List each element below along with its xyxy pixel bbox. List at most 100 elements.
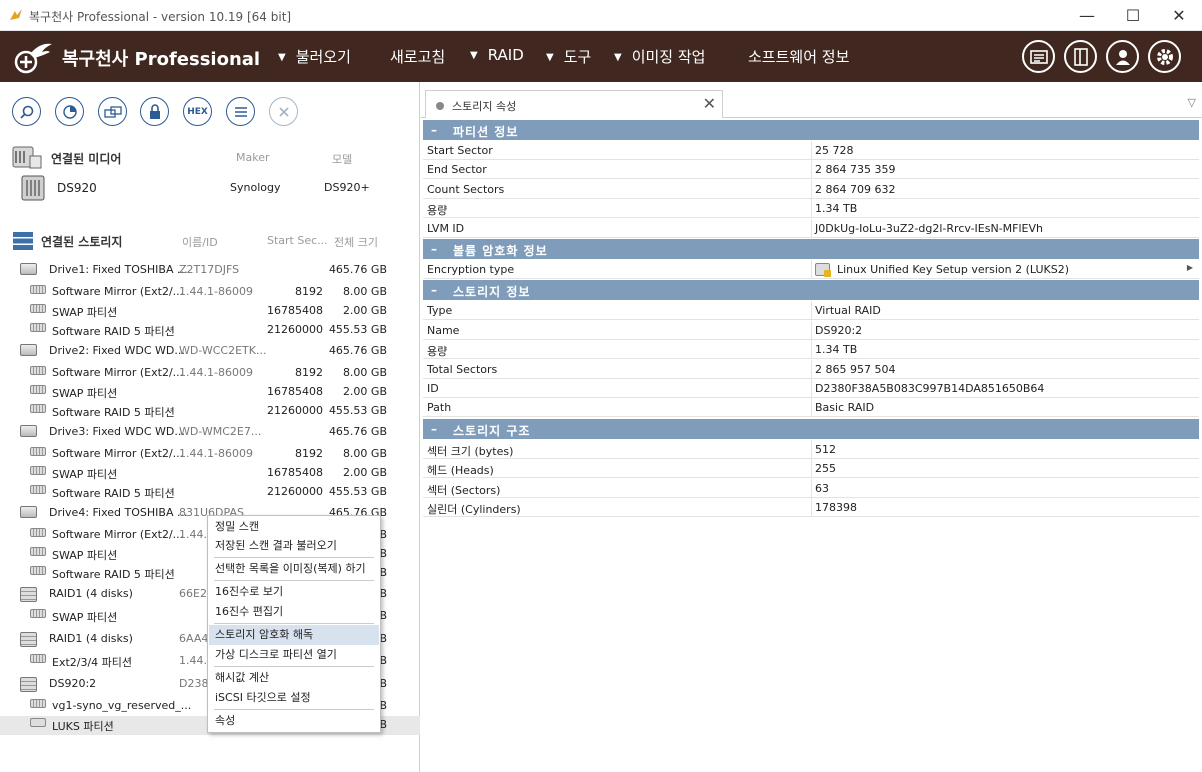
menu-item-0[interactable]: ▼ 불러오기 [278, 46, 351, 67]
context-menu-item[interactable]: 해시값 계산 [209, 668, 379, 688]
menu-item-2[interactable]: ▼ RAID [470, 46, 524, 64]
storage-row-size: 8.00 GB [342, 366, 387, 379]
property-row[interactable]: 실린더 (Cylinders) 178398 [423, 498, 1199, 517]
property-value: DS920:2 [815, 323, 863, 337]
storage-row[interactable]: SWAP 파티션 16785408 2.00 GB [0, 464, 420, 483]
context-menu-item[interactable]: 가상 디스크로 파티션 열기 [209, 645, 379, 665]
property-row[interactable]: Encryption type ▶ Linux Unified Key Setup … [423, 260, 1199, 279]
property-row[interactable]: 헤드 (Heads) 255 [423, 459, 1199, 479]
storage-row-size: 455.53 GB [328, 485, 387, 498]
storage-row[interactable]: Software Mirror (Ext2/... 1.44.1-86009 819… [0, 445, 420, 464]
property-row[interactable]: LVM ID J0DkUg-IoLu-3uZ2-dg2l-Rrcv-IEsN-MF… [423, 218, 1199, 238]
menu-arrow-icon: ▼ [470, 50, 478, 61]
partition-icon [30, 366, 46, 375]
search-button[interactable] [12, 97, 41, 126]
list-button[interactable] [226, 97, 255, 126]
menu-item-label: 새로고침 [390, 48, 446, 66]
context-menu-item[interactable]: 속성 [209, 711, 379, 731]
context-menu-item[interactable]: 스토리지 암호화 해독 [209, 625, 379, 645]
property-row[interactable]: Start Sector 25 728 [423, 141, 1199, 160]
storage-row[interactable]: Software RAID 5 파티션 21260000 455.53 GB [0, 402, 420, 421]
expand-arrow-icon[interactable]: ▶ [1187, 263, 1193, 272]
drive-icon [20, 425, 37, 437]
minimize-button[interactable]: — [1064, 0, 1110, 31]
close-window-button[interactable]: ✕ [1156, 0, 1202, 31]
partition-icon [30, 566, 46, 575]
settings-button[interactable] [1148, 40, 1181, 73]
storage-row[interactable]: Software Mirror (Ext2/... 1.44.1-86009 819… [0, 364, 420, 383]
col-model[interactable]: 모델 [332, 151, 352, 167]
property-row[interactable]: 용량 1.34 TB [423, 199, 1199, 219]
media-device-row[interactable]: DS920 Synology DS920+ [0, 175, 420, 201]
property-row[interactable]: 용량 1.34 TB [423, 340, 1199, 360]
storage-row[interactable]: Software RAID 5 파티션 21260000 455.53 GB [0, 321, 420, 340]
partition-icon [30, 699, 46, 708]
hex-view-button[interactable]: HEX [183, 97, 212, 126]
property-row[interactable]: Count Sectors 2 864 709 632 [423, 179, 1199, 199]
property-key: 용량 [427, 204, 448, 218]
column-divider [811, 478, 812, 498]
tab-storage-properties[interactable]: 스토리지 속성 ✕ [425, 90, 723, 118]
scan-button[interactable] [55, 97, 84, 126]
column-divider [811, 260, 812, 279]
col-start-sector[interactable]: Start Sec... [267, 234, 328, 247]
context-menu-item[interactable]: 정밀 스캔 [209, 517, 379, 537]
partition-icon [30, 323, 46, 332]
property-value: 1.34 TB [815, 202, 858, 216]
property-group-header[interactable]: – 볼륨 암호화 정보 [423, 239, 1199, 259]
storage-row[interactable]: SWAP 파티션 16785408 2.00 GB [0, 383, 420, 402]
property-row[interactable]: Path Basic RAID [423, 398, 1199, 418]
storage-row-label: Drive3: Fixed WDC WD... [49, 425, 185, 438]
storage-row-label: Software RAID 5 파티션 [52, 325, 175, 338]
context-menu-item[interactable]: 저장된 스캔 결과 불러오기 [209, 536, 379, 556]
storage-row[interactable]: Software Mirror (Ext2/... 1.44.1-86009 819… [0, 283, 420, 302]
menu-item-4[interactable]: ▼ 이미징 작업 [614, 46, 705, 67]
col-total-size[interactable]: 전체 크기 [334, 234, 378, 250]
property-key: ID [427, 382, 439, 395]
property-group-header[interactable]: – 파티션 정보 [423, 120, 1199, 140]
property-key: 헤드 (Heads) [427, 464, 494, 478]
storage-row[interactable]: SWAP 파티션 16785408 2.00 GB [0, 302, 420, 321]
tab-close-icon[interactable]: ✕ [703, 94, 716, 113]
panel-toggle-button[interactable] [1064, 40, 1097, 73]
menu-item-5[interactable]: 소프트웨어 정보 [748, 46, 849, 67]
collapse-icon: – [431, 421, 437, 436]
menu-item-label: 불러오기 [295, 48, 351, 66]
property-group-header[interactable]: – 스토리지 구조 [423, 418, 1199, 439]
tab-menu-icon[interactable]: ▽ [1188, 96, 1196, 109]
context-menu-item[interactable]: 16진수로 보기 [209, 582, 379, 602]
context-menu-item[interactable]: 선택한 목록을 이미징(복제) 하기 [209, 559, 379, 579]
storage-row-size: 2.00 GB [342, 466, 387, 479]
imaging-button[interactable] [98, 97, 127, 126]
maximize-button[interactable]: ☐ [1110, 0, 1156, 31]
storage-row-label: Drive4: Fixed TOSHIBA ... [49, 506, 188, 519]
storage-row-start: 16785408 [267, 466, 323, 479]
window-list-button[interactable] [1022, 40, 1055, 73]
context-menu-item[interactable]: iSCSI 타깃으로 설정 [209, 688, 379, 708]
col-name-id[interactable]: 이름/ID [182, 234, 218, 250]
menu-item-3[interactable]: ▼ 도구 [546, 46, 591, 67]
storage-row[interactable]: Drive2: Fixed WDC WD... WD-WCC2ETK... 465.… [0, 342, 420, 361]
context-menu-item[interactable]: 16진수 편집기 [209, 602, 379, 622]
storage-row-label: SWAP 파티션 [52, 387, 118, 400]
col-maker[interactable]: Maker [236, 151, 270, 164]
property-row[interactable]: End Sector 2 864 735 359 [423, 160, 1199, 180]
property-row[interactable]: ID D2380F38A5B083C997B14DA851650B64 [423, 379, 1199, 398]
storage-row[interactable]: Software RAID 5 파티션 21260000 455.53 GB [0, 483, 420, 502]
property-row[interactable]: Total Sectors 2 865 957 504 [423, 359, 1199, 379]
decrypt-button[interactable] [140, 97, 169, 126]
column-divider [811, 439, 812, 459]
menu-item-label: RAID [487, 46, 524, 64]
account-button[interactable] [1106, 40, 1139, 73]
storage-row[interactable]: Drive3: Fixed WDC WD... WD-WMC2E7... 465.7… [0, 423, 420, 442]
cancel-button[interactable] [269, 97, 298, 126]
storage-row[interactable]: Drive1: Fixed TOSHIBA ... Z2T17DJFS 465.76… [0, 261, 420, 280]
property-row[interactable]: Type Virtual RAID [423, 301, 1199, 321]
storage-row-label: SWAP 파티션 [52, 306, 118, 319]
menu-item-1[interactable]: 새로고침 [390, 46, 445, 67]
property-value: Virtual RAID [815, 304, 881, 318]
property-row[interactable]: 섹터 (Sectors) 63 [423, 478, 1199, 498]
property-group-header[interactable]: – 스토리지 정보 [423, 280, 1199, 301]
property-row[interactable]: 섹터 크기 (bytes) 512 [423, 439, 1199, 459]
property-row[interactable]: Name DS920:2 [423, 320, 1199, 340]
